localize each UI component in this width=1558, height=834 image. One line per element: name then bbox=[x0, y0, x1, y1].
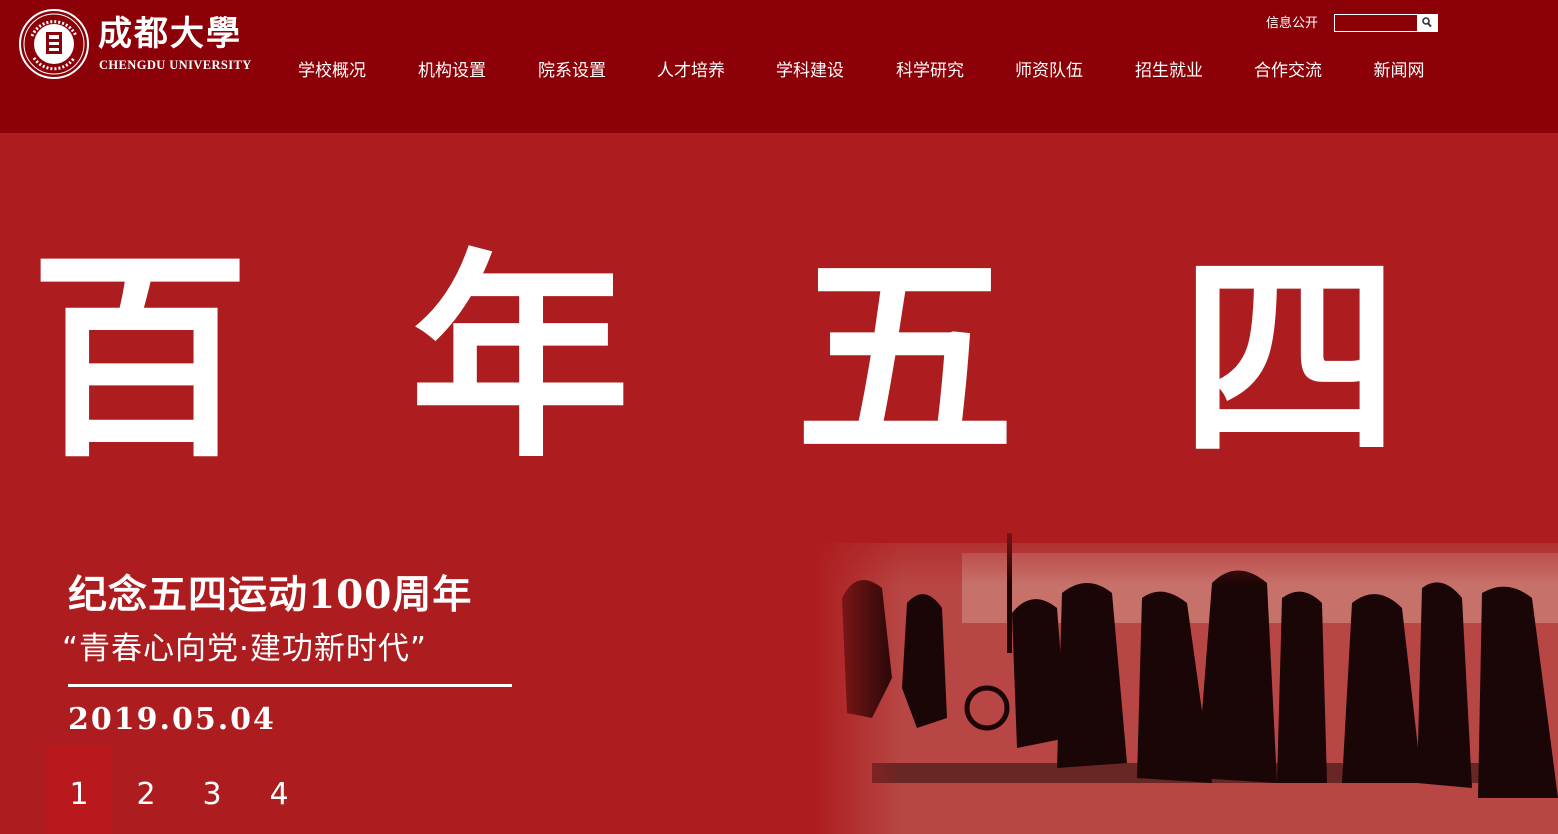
site-header: 成都大學 CHENGDU UNIVERSITY 信息公开 学校概况 机构设置 院… bbox=[0, 0, 1558, 133]
search-icon bbox=[1422, 17, 1432, 28]
slide-pager: 1 2 3 4 bbox=[46, 745, 326, 834]
nav-item-cooperation[interactable]: 合作交流 bbox=[1228, 56, 1348, 86]
search-box bbox=[1334, 14, 1438, 32]
crowd-silhouette-image bbox=[812, 503, 1558, 834]
banner-char-1: 百 bbox=[29, 228, 250, 487]
logo-name-cn: 成都大學 bbox=[98, 14, 242, 54]
info-disclosure-link[interactable]: 信息公开 bbox=[1266, 15, 1318, 33]
search-input[interactable] bbox=[1337, 15, 1415, 31]
nav-item-admissions[interactable]: 招生就业 bbox=[1109, 56, 1229, 86]
hero-banner[interactable]: 百 年 五 四 纪念五四运动100周年 “青春心向党·建功新时代” 2019.0… bbox=[0, 133, 1558, 834]
slide-page-1[interactable]: 1 bbox=[46, 745, 112, 834]
nav-item-news[interactable]: 新闻网 bbox=[1339, 56, 1459, 86]
slide-page-2[interactable]: 2 bbox=[113, 745, 179, 834]
banner-divider bbox=[68, 684, 512, 687]
banner-subtitle: 纪念五四运动100周年 bbox=[68, 572, 473, 618]
banner-char-2: 年 bbox=[409, 228, 630, 487]
nav-item-faculty[interactable]: 师资队伍 bbox=[989, 56, 1109, 86]
nav-item-discipline[interactable]: 学科建设 bbox=[750, 56, 870, 86]
nav-item-school-overview[interactable]: 学校概况 bbox=[272, 56, 392, 86]
university-logo[interactable]: 成都大學 CHENGDU UNIVERSITY bbox=[18, 8, 258, 80]
university-seal-icon bbox=[19, 9, 89, 79]
banner-date: 2019.05.04 bbox=[68, 702, 276, 737]
nav-item-departments[interactable]: 院系设置 bbox=[512, 56, 632, 86]
logo-name-en: CHENGDU UNIVERSITY bbox=[99, 58, 252, 72]
search-button[interactable] bbox=[1417, 15, 1437, 31]
nav-item-talent-training[interactable]: 人才培养 bbox=[631, 56, 751, 86]
main-nav: 学校概况 机构设置 院系设置 人才培养 学科建设 科学研究 师资队伍 招生就业 … bbox=[272, 56, 1452, 86]
slide-page-3[interactable]: 3 bbox=[179, 745, 245, 834]
banner-calligraphy-title: 百 年 五 四 bbox=[0, 213, 1558, 503]
nav-item-research[interactable]: 科学研究 bbox=[870, 56, 990, 86]
banner-char-3: 五 bbox=[794, 228, 1015, 487]
banner-char-4: 四 bbox=[1179, 228, 1400, 487]
nav-item-organization[interactable]: 机构设置 bbox=[392, 56, 512, 86]
slide-page-4[interactable]: 4 bbox=[246, 745, 312, 834]
banner-slogan: “青春心向党·建功新时代” bbox=[62, 631, 427, 667]
